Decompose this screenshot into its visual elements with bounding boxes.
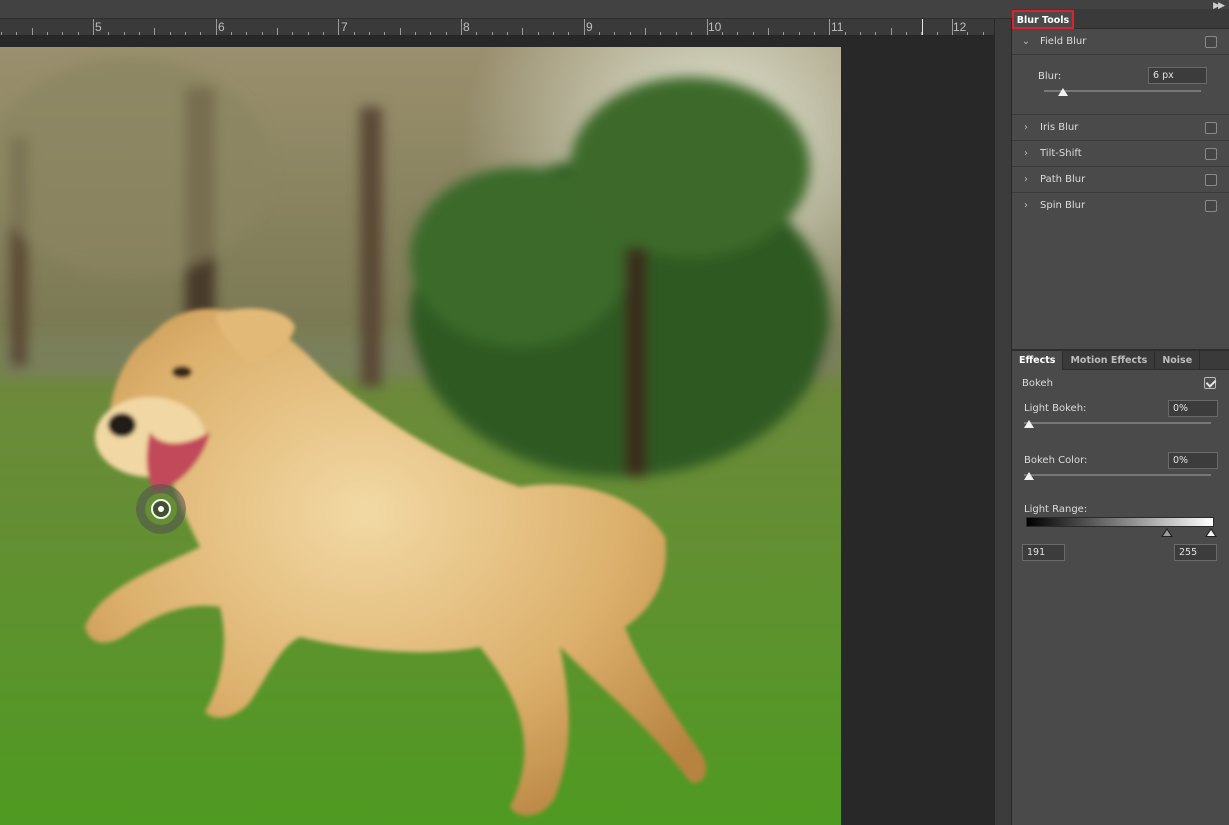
effects-tab-bar: Effects Motion Effects Noise	[1012, 350, 1229, 370]
tilt-shift-checkbox[interactable]	[1205, 147, 1217, 160]
dog-photo[interactable]	[0, 47, 841, 825]
tab-effects[interactable]: Effects	[1012, 351, 1064, 370]
document-canvas[interactable]	[0, 37, 994, 825]
tab-blur-tools[interactable]: Blur Tools	[1012, 10, 1074, 29]
chevron-right-icon[interactable]: ›	[1012, 148, 1034, 159]
blur-slider-thumb[interactable]	[1057, 88, 1068, 96]
light-range-gradient[interactable]	[1026, 517, 1214, 527]
field-blur-label: Field Blur	[1040, 36, 1087, 47]
bokeh-color-thumb[interactable]	[1024, 472, 1034, 480]
ruler-label: 11	[831, 20, 844, 34]
photoshop-blur-gallery: ▶▶ 5 6 7 8 9 10 11 12 Blur Tools ⌄ Field…	[0, 0, 1229, 825]
chevron-right-icon[interactable]: ›	[1012, 122, 1034, 133]
light-range-low-field[interactable]: 191	[1022, 544, 1065, 561]
spin-blur-checkbox[interactable]	[1205, 199, 1217, 212]
light-range-label: Light Range:	[1024, 504, 1088, 515]
ruler-label: 8	[463, 20, 470, 34]
bokeh-color-slider[interactable]	[1024, 474, 1211, 476]
chevron-right-icon[interactable]: ›	[1012, 174, 1034, 185]
light-bokeh-slider[interactable]	[1024, 422, 1211, 424]
panel-tab-bar: Blur Tools	[1012, 9, 1229, 29]
horizontal-ruler: 5 6 7 8 9 10 11 12	[0, 19, 994, 36]
path-blur-checkbox[interactable]	[1205, 173, 1217, 186]
iris-blur-header[interactable]: › Iris Blur	[1012, 115, 1229, 141]
spin-blur-label: Spin Blur	[1040, 200, 1086, 211]
light-bokeh-thumb[interactable]	[1024, 420, 1034, 428]
tilt-shift-header[interactable]: › Tilt-Shift	[1012, 141, 1229, 167]
ruler-label: 6	[218, 20, 225, 34]
chevron-down-icon[interactable]: ⌄	[1012, 36, 1034, 47]
ruler-ticks	[1, 19, 984, 35]
tab-noise[interactable]: Noise	[1155, 351, 1201, 370]
effects-settings: Bokeh Light Bokeh: 0% Bokeh Color: 0% Li…	[1012, 370, 1229, 825]
ruler-label: 5	[95, 20, 102, 34]
tilt-shift-label: Tilt-Shift	[1040, 148, 1082, 159]
bokeh-color-field[interactable]: 0%	[1168, 452, 1218, 469]
blur-pin-icon[interactable]	[136, 484, 186, 534]
iris-blur-label: Iris Blur	[1040, 122, 1079, 133]
chevron-right-icon[interactable]: ›	[1012, 200, 1034, 211]
vertical-scroll-column[interactable]	[994, 19, 1012, 825]
field-blur-checkbox[interactable]	[1205, 35, 1217, 48]
light-range-high-field[interactable]: 255	[1174, 544, 1217, 561]
bokeh-color-label: Bokeh Color:	[1024, 455, 1088, 466]
panel-empty-space	[1012, 216, 1229, 350]
ruler-label: 12	[953, 20, 967, 34]
blur-amount-field[interactable]: 6 px	[1148, 67, 1207, 84]
blur-amount-label: Blur:	[1038, 71, 1062, 82]
light-range-high-handle[interactable]	[1205, 528, 1217, 537]
ruler-label: 9	[586, 20, 593, 34]
iris-blur-checkbox[interactable]	[1205, 121, 1217, 134]
blur-pin-center[interactable]	[158, 506, 164, 512]
tab-motion-effects[interactable]: Motion Effects	[1063, 351, 1156, 370]
light-bokeh-field[interactable]: 0%	[1168, 400, 1218, 417]
bokeh-label: Bokeh	[1022, 378, 1053, 389]
path-blur-label: Path Blur	[1040, 174, 1086, 185]
path-blur-header[interactable]: › Path Blur	[1012, 167, 1229, 193]
blur-tools-panel: Blur Tools ⌄ Field Blur Blur: 6 px › Iri…	[1012, 9, 1229, 825]
ruler-label: 7	[341, 20, 348, 34]
bokeh-checkbox[interactable]	[1204, 377, 1216, 389]
photo-illustration	[0, 47, 841, 825]
ruler-label: 10	[708, 20, 722, 34]
field-blur-header[interactable]: ⌄ Field Blur	[1012, 29, 1229, 55]
field-blur-settings: Blur: 6 px	[1012, 55, 1229, 115]
blur-pin-ring[interactable]	[151, 499, 171, 519]
light-range-low-handle[interactable]	[1160, 528, 1173, 537]
light-bokeh-label: Light Bokeh:	[1024, 403, 1087, 414]
